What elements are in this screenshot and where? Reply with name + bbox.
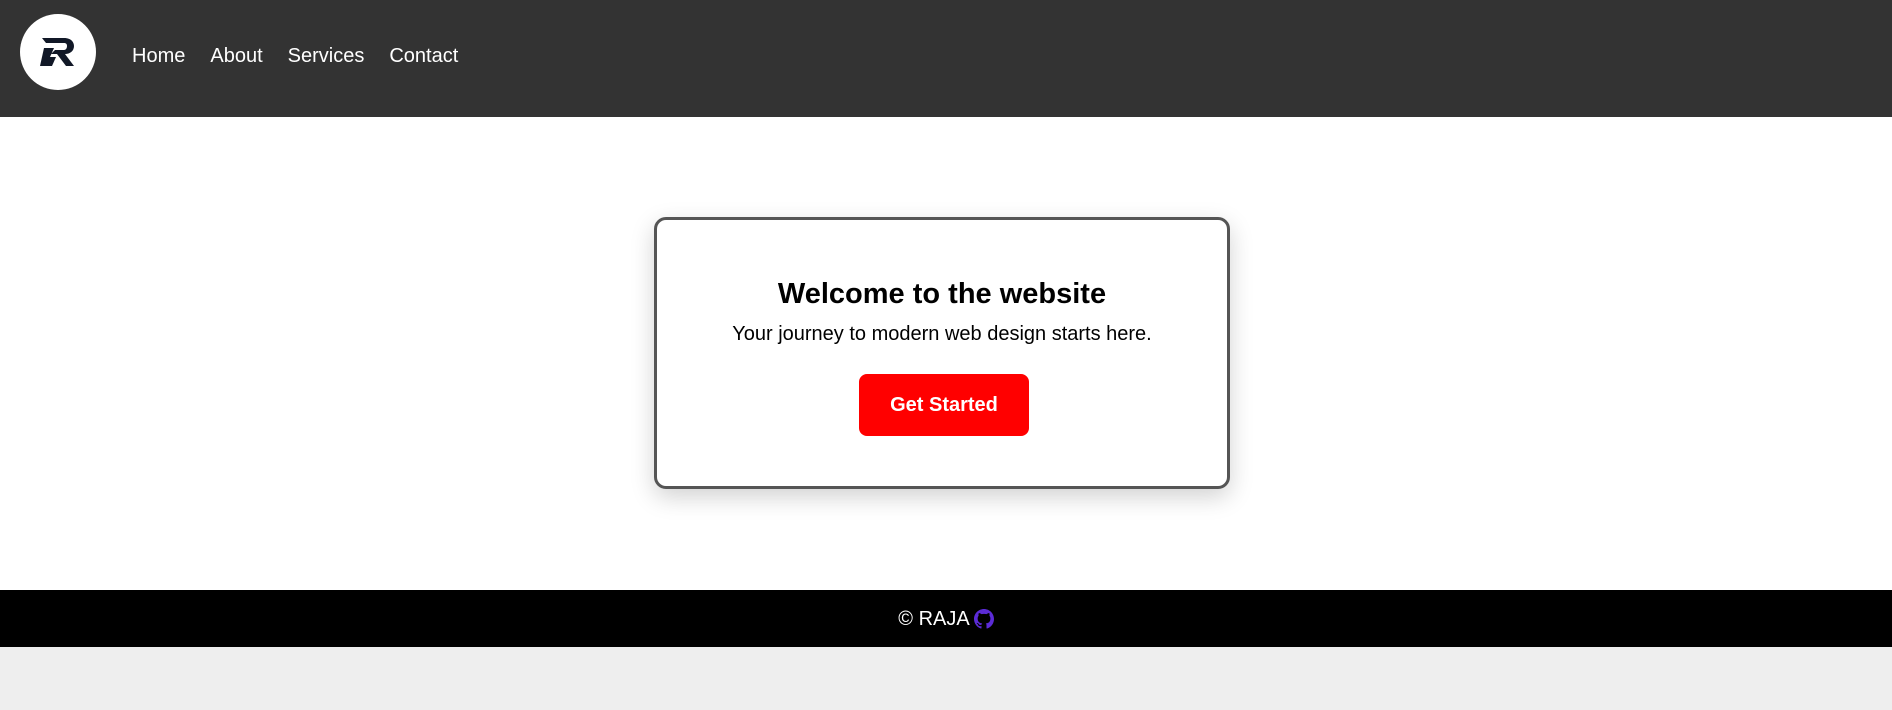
footer-copyright: © RAJA — [898, 607, 970, 630]
logo[interactable] — [20, 14, 96, 90]
nav-link-about[interactable]: About — [210, 43, 262, 69]
nav-link-contact[interactable]: Contact — [389, 43, 458, 69]
footer: © RAJA — [0, 590, 1892, 647]
get-started-button[interactable]: Get Started — [859, 374, 1029, 436]
nav-link-home[interactable]: Home — [132, 43, 185, 69]
welcome-title: Welcome to the website — [777, 278, 1107, 310]
welcome-subtitle: Your journey to modern web design starts… — [732, 323, 1152, 345]
top-navbar: Home About Services Contact — [0, 0, 1892, 117]
github-icon[interactable] — [973, 608, 994, 629]
main-content: Welcome to the website Your journey to m… — [0, 117, 1892, 590]
main-nav: Home About Services Contact — [132, 43, 483, 69]
welcome-card: Welcome to the website Your journey to m… — [654, 217, 1230, 489]
nav-link-services[interactable]: Services — [288, 43, 365, 69]
page-background — [0, 647, 1892, 710]
r-logo-icon — [40, 38, 74, 66]
